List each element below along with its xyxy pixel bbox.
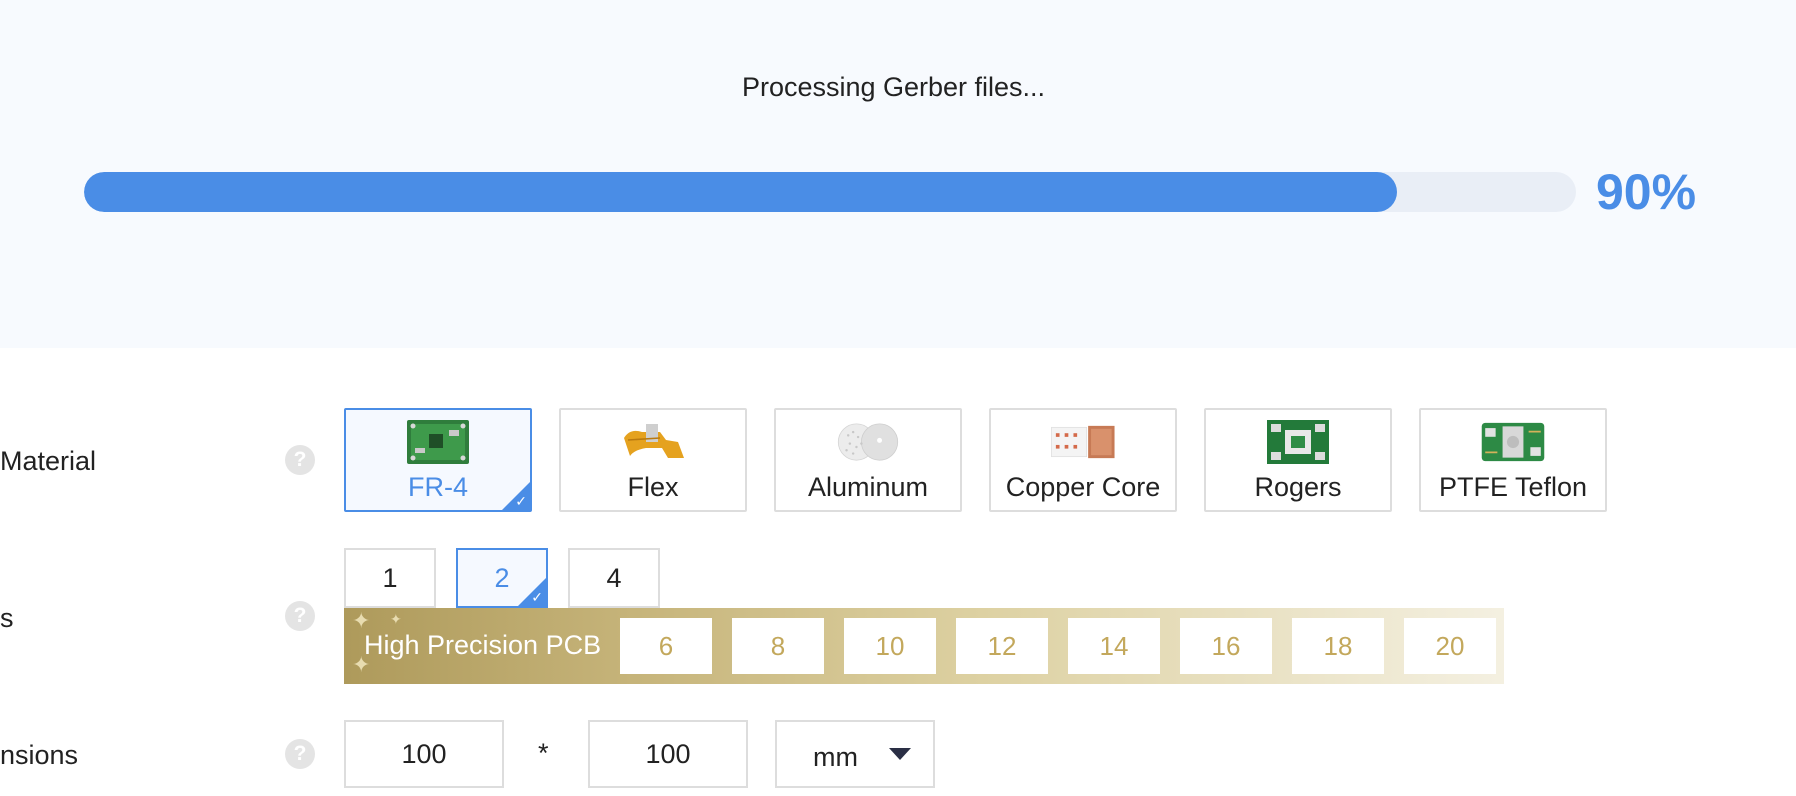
unit-value: mm (813, 742, 858, 772)
layer-option-10[interactable]: 10 (844, 618, 936, 674)
flex-pcb-icon (624, 424, 684, 458)
layer-option-6[interactable]: 6 (620, 618, 712, 674)
aluminum-pcb-icon (837, 423, 899, 461)
selected-check-icon: ✓ (502, 482, 530, 510)
layers-help-icon[interactable]: ? (285, 601, 315, 631)
layer-option-4[interactable]: 4 (568, 548, 660, 608)
material-option-ptfe-teflon[interactable]: PTFE Teflon (1419, 408, 1607, 512)
material-help-icon[interactable]: ? (285, 445, 315, 475)
progress-track (84, 172, 1576, 212)
progress-fill (84, 172, 1397, 212)
layers-label: s (0, 603, 14, 633)
layer-option-1[interactable]: 1 (344, 548, 436, 608)
height-input[interactable] (588, 720, 748, 788)
dimension-separator: * (538, 738, 549, 768)
progress-percent: 90% (1596, 164, 1697, 220)
material-option-label: Flex (627, 472, 679, 502)
high-precision-title: High Precision PCB (364, 630, 602, 660)
layer-option-2[interactable]: 2 ✓ (456, 548, 548, 608)
dimensions-label: nsions (0, 740, 79, 770)
layer-option-8[interactable]: 8 (732, 618, 824, 674)
layer-option-18[interactable]: 18 (1292, 618, 1384, 674)
sparkle-icon: ✦ (352, 608, 371, 633)
material-option-label: Rogers (1254, 472, 1342, 502)
material-option-label: Aluminum (807, 472, 929, 502)
sparkle-icon: ✦ (390, 611, 402, 627)
copper-core-pcb-icon (1051, 425, 1115, 459)
caret-down-icon (889, 748, 911, 760)
material-option-fr4[interactable]: FR-4 ✓ (344, 408, 532, 512)
material-label: Material (0, 446, 97, 476)
layer-option-14[interactable]: 14 (1068, 618, 1160, 674)
unit-select[interactable]: mm (775, 720, 935, 788)
material-option-aluminum[interactable]: Aluminum (774, 408, 962, 512)
layer-option-16[interactable]: 16 (1180, 618, 1272, 674)
dimensions-help-icon[interactable]: ? (285, 739, 315, 769)
material-option-label: PTFE Teflon (1438, 472, 1588, 502)
progress-message: Processing Gerber files... (741, 72, 1046, 102)
layer-option-label: 2 (494, 563, 510, 593)
material-option-label: Copper Core (1005, 472, 1161, 502)
material-option-rogers[interactable]: Rogers (1204, 408, 1392, 512)
fr4-board-icon (407, 420, 469, 464)
material-option-flex[interactable]: Flex (559, 408, 747, 512)
selected-check-icon: ✓ (518, 578, 546, 606)
width-input[interactable] (344, 720, 504, 788)
material-option-copper-core[interactable]: Copper Core (989, 408, 1177, 512)
ptfe-teflon-pcb-icon (1481, 422, 1545, 462)
progress-panel: Processing Gerber files... 90% (0, 0, 1796, 348)
rogers-pcb-icon (1267, 420, 1329, 464)
layer-option-12[interactable]: 12 (956, 618, 1048, 674)
layer-option-20[interactable]: 20 (1404, 618, 1496, 674)
high-precision-pcb-band: ✦ ✦ ✦ High Precision PCB 6 8 10 12 14 16… (344, 608, 1504, 684)
